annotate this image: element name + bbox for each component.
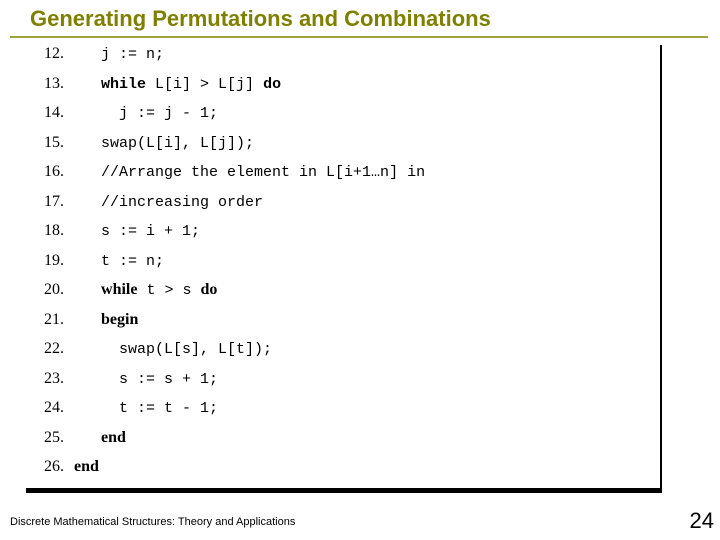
code-text: swap(L[i], L[j]); xyxy=(74,135,254,152)
line-number: 15. xyxy=(26,134,74,152)
line-number: 20. xyxy=(26,281,74,299)
line-number: 22. xyxy=(26,340,74,358)
code-line: 14. j := j - 1; xyxy=(26,104,660,134)
line-number: 18. xyxy=(26,222,74,240)
code-text: t := t - 1; xyxy=(74,400,218,417)
code-text: t := n; xyxy=(74,253,164,270)
line-number: 16. xyxy=(26,163,74,181)
title-underline xyxy=(10,36,708,38)
code-panel: 12. j := n; 13. while L[i] > L[j] do 14.… xyxy=(26,45,662,493)
line-number: 14. xyxy=(26,104,74,122)
code-text: s := i + 1; xyxy=(74,223,200,240)
line-number: 26. xyxy=(26,458,74,476)
line-number: 21. xyxy=(26,311,74,329)
code-text: while L[i] > L[j] do xyxy=(74,76,281,93)
code-line: 24. t := t - 1; xyxy=(26,399,660,429)
code-line: 19. t := n; xyxy=(26,252,660,282)
line-number: 24. xyxy=(26,399,74,417)
code-line: 13. while L[i] > L[j] do xyxy=(26,75,660,105)
code-line: 26. end xyxy=(26,458,660,488)
footer-text: Discrete Mathematical Structures: Theory… xyxy=(10,516,295,528)
code-line: 15. swap(L[i], L[j]); xyxy=(26,134,660,164)
line-number: 19. xyxy=(26,252,74,270)
code-text: j := j - 1; xyxy=(74,105,218,122)
code-text: s := s + 1; xyxy=(74,371,218,388)
code-line: 17. //increasing order xyxy=(26,193,660,223)
code-text: //Arrange the element in L[i+1…n] in xyxy=(74,164,425,181)
code-line: 23. s := s + 1; xyxy=(26,370,660,400)
code-line: 25. end xyxy=(26,429,660,459)
code-line: 16. //Arrange the element in L[i+1…n] in xyxy=(26,163,660,193)
code-text: swap(L[s], L[t]); xyxy=(74,341,272,358)
code-line: 12. j := n; xyxy=(26,45,660,75)
line-number: 17. xyxy=(26,193,74,211)
line-number: 23. xyxy=(26,370,74,388)
page-number: 24 xyxy=(690,508,714,534)
code-text: while t > s do xyxy=(74,281,217,299)
code-text: begin xyxy=(74,311,138,329)
code-line: 20. while t > s do xyxy=(26,281,660,311)
line-number: 12. xyxy=(26,45,74,63)
line-number: 13. xyxy=(26,75,74,93)
code-text: end xyxy=(74,429,126,447)
line-number: 25. xyxy=(26,429,74,447)
code-line: 22. swap(L[s], L[t]); xyxy=(26,340,660,370)
code-text: j := n; xyxy=(74,46,164,63)
slide-title: Generating Permutations and Combinations xyxy=(0,0,720,32)
code-text: //increasing order xyxy=(74,194,263,211)
code-text: end xyxy=(74,458,99,476)
code-line: 18. s := i + 1; xyxy=(26,222,660,252)
code-line: 21. begin xyxy=(26,311,660,341)
